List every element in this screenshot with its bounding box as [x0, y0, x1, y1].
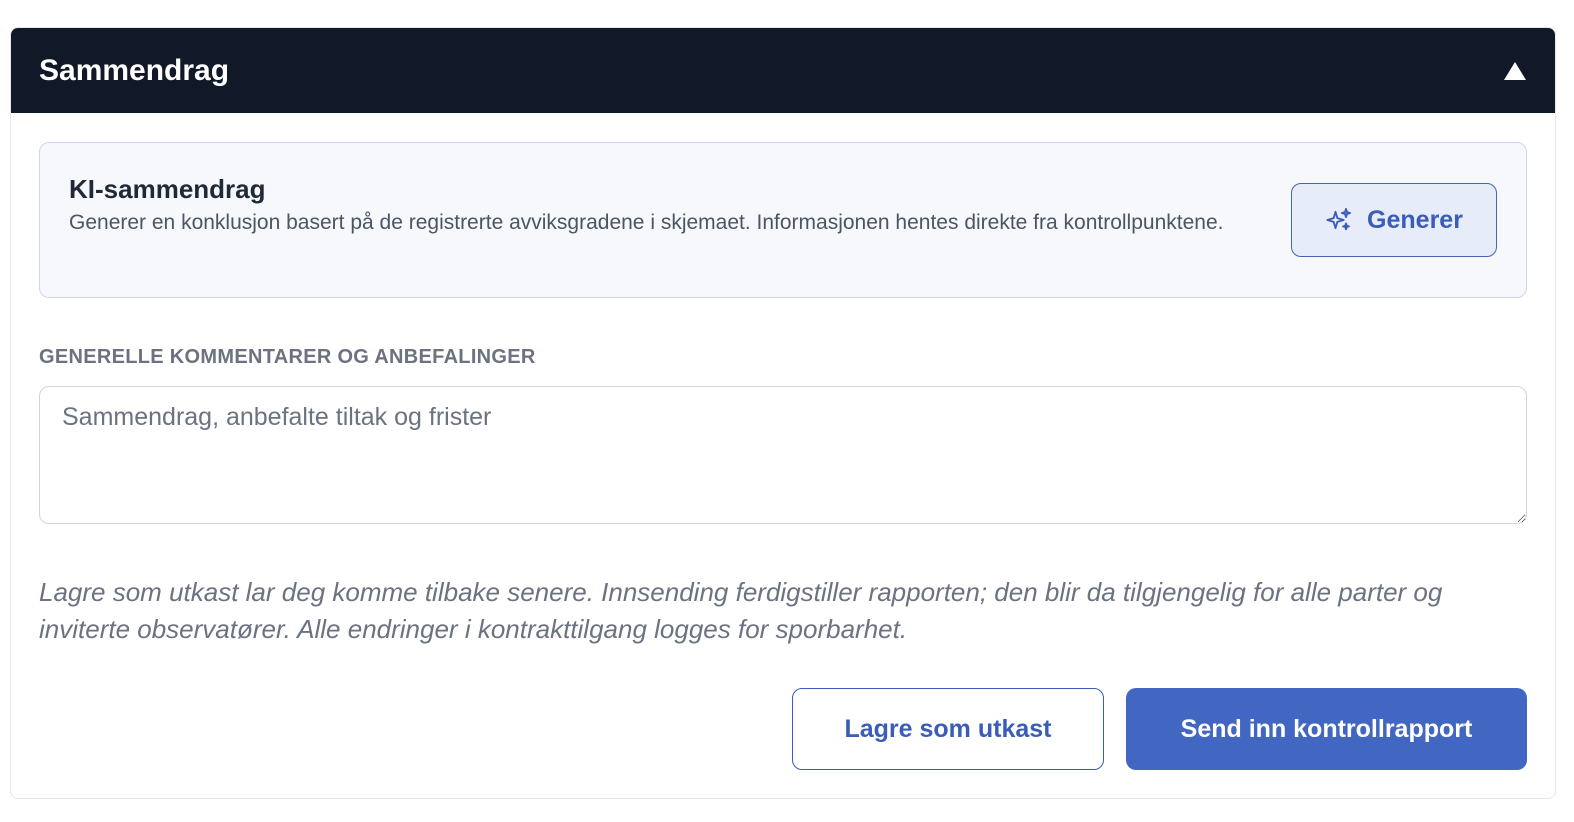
submit-report-button[interactable]: Send inn kontrollrapport	[1126, 688, 1527, 770]
generate-button-label: Generer	[1367, 205, 1463, 234]
panel-header[interactable]: Sammendrag	[11, 28, 1555, 113]
ai-summary-title: KI-sammendrag	[69, 174, 266, 204]
save-draft-button[interactable]: Lagre som utkast	[792, 688, 1104, 770]
info-text: Lagre som utkast lar deg komme tilbake s…	[39, 577, 1443, 644]
panel-body: KI-sammendrag Generer en konklusjon base…	[11, 113, 1555, 648]
sparkle-icon	[1326, 207, 1352, 231]
summary-panel: Sammendrag KI-sammendrag Generer en konk…	[10, 27, 1556, 799]
caret-up-icon[interactable]	[1504, 61, 1526, 80]
action-buttons: Lagre som utkast Send inn kontrollrappor…	[792, 688, 1527, 770]
comments-label: GENERELLE KOMMENTARER OG ANBEFALINGER	[39, 346, 536, 368]
ai-summary-box: KI-sammendrag Generer en konklusjon base…	[39, 142, 1527, 298]
comments-textarea[interactable]	[39, 386, 1527, 524]
generate-button[interactable]: Generer	[1291, 183, 1497, 257]
ai-summary-description: Generer en konklusjon basert på de regis…	[69, 211, 1224, 234]
panel-title: Sammendrag	[39, 53, 230, 87]
